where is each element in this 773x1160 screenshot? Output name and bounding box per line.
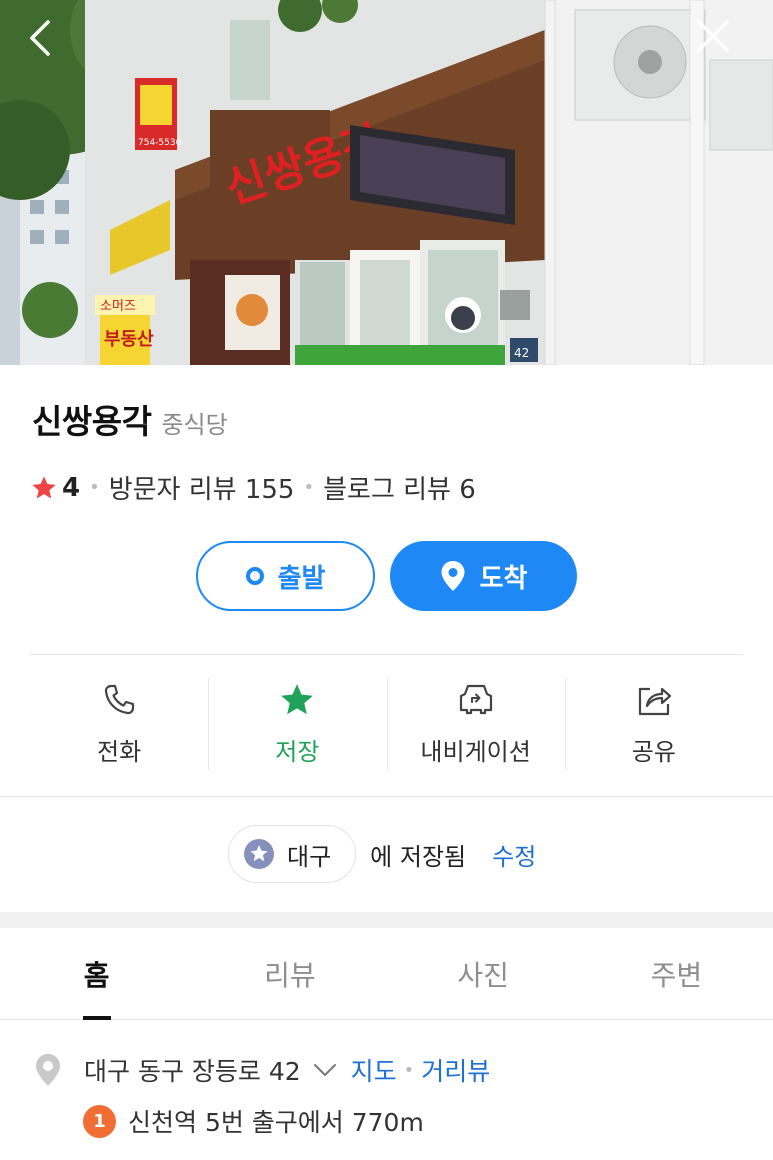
chevron-down-icon <box>313 1064 336 1076</box>
tab-bar: 홈 리뷰 사진 주변 <box>0 928 773 1020</box>
folder-star-icon <box>244 839 274 869</box>
address-expand-button[interactable] <box>313 1063 337 1077</box>
storefront-image: 신쌍용각 754-5536 부동산 소머즈 42 <box>0 0 773 365</box>
share-icon <box>638 687 671 716</box>
street-view-link[interactable]: 거리뷰 <box>421 1052 490 1088</box>
sign-phone-number: 754-5536 <box>138 138 182 148</box>
tab-photos[interactable]: 사진 <box>387 928 580 1019</box>
place-name: 신쌍용각 <box>32 402 152 441</box>
tab-home[interactable]: 홈 <box>0 928 193 1020</box>
saved-status-text: 에 저장됨 <box>370 842 467 871</box>
navigation-label: 내비게이션 <box>420 738 531 766</box>
visitor-reviews-link[interactable]: 방문자 리뷰 155 <box>109 469 295 506</box>
place-photo[interactable]: 신쌍용각 754-5536 부동산 소머즈 42 <box>0 0 773 365</box>
call-label: 전화 <box>97 738 142 766</box>
close-button[interactable] <box>695 18 751 74</box>
arrive-label: 도착 <box>479 563 528 594</box>
place-category: 중식당 <box>161 411 228 439</box>
rating-row: 4 • 방문자 리뷰 155 • 블로그 리뷰 6 <box>30 469 476 506</box>
sign-side2-text: 부동산 <box>104 329 154 350</box>
depart-button[interactable]: 출발 <box>196 541 375 611</box>
chevron-left-icon <box>30 20 50 56</box>
star-rating-icon <box>32 475 56 498</box>
arrive-button[interactable]: 도착 <box>390 541 577 611</box>
star-icon <box>281 684 314 715</box>
save-label: 저장 <box>275 738 320 766</box>
separator-dot: • <box>303 477 315 498</box>
depart-label: 출발 <box>277 563 326 594</box>
separator-dot: • <box>403 1059 415 1081</box>
car-navigation-icon <box>459 684 492 715</box>
subway-line-badge: 1 <box>83 1104 116 1138</box>
edit-saved-link[interactable]: 수정 <box>492 837 536 872</box>
saved-folder-name: 대구 <box>287 842 332 871</box>
section-gap <box>0 912 773 928</box>
close-icon <box>697 20 729 52</box>
tab-nearby[interactable]: 주변 <box>580 928 773 1019</box>
separator-dot: • <box>89 477 100 498</box>
origin-circle-icon <box>245 567 264 585</box>
map-link[interactable]: 지도 <box>351 1052 397 1088</box>
tab-reviews[interactable]: 리뷰 <box>193 928 386 1019</box>
station-text: 신천역 5번 출구에서 770m <box>128 1108 424 1137</box>
share-label: 공유 <box>631 738 676 766</box>
call-button[interactable]: 전화 <box>30 656 208 794</box>
navigation-button[interactable]: 내비게이션 <box>386 656 565 794</box>
location-pin-icon <box>36 1054 60 1086</box>
location-pin-icon <box>441 561 465 591</box>
saved-status-row: 대구 에 저장됨 수정 <box>228 825 536 883</box>
saved-folder-chip[interactable]: 대구 <box>228 825 357 883</box>
back-button[interactable] <box>24 18 80 74</box>
sign-side-text: 소머즈 <box>100 299 136 314</box>
place-title-row: 신쌍용각 중식당 <box>32 395 228 443</box>
address-plate-text: 42 <box>514 346 529 360</box>
rating-score: 4 <box>62 472 81 503</box>
address-text: 대구 동구 장등로 42 <box>84 1057 301 1086</box>
phone-icon <box>104 684 135 715</box>
action-bar: 전화 저장 내비게이션 공유 <box>30 656 743 794</box>
save-button[interactable]: 저장 <box>208 656 386 794</box>
divider <box>0 796 773 797</box>
station-row: 1 신천역 5번 출구에서 770m <box>83 1103 424 1139</box>
address-row: 대구 동구 장등로 42 지도 • 거리뷰 <box>34 1052 490 1088</box>
share-button[interactable]: 공유 <box>564 656 743 794</box>
divider <box>30 654 743 655</box>
blog-reviews-link[interactable]: 블로그 리뷰 6 <box>323 469 476 506</box>
